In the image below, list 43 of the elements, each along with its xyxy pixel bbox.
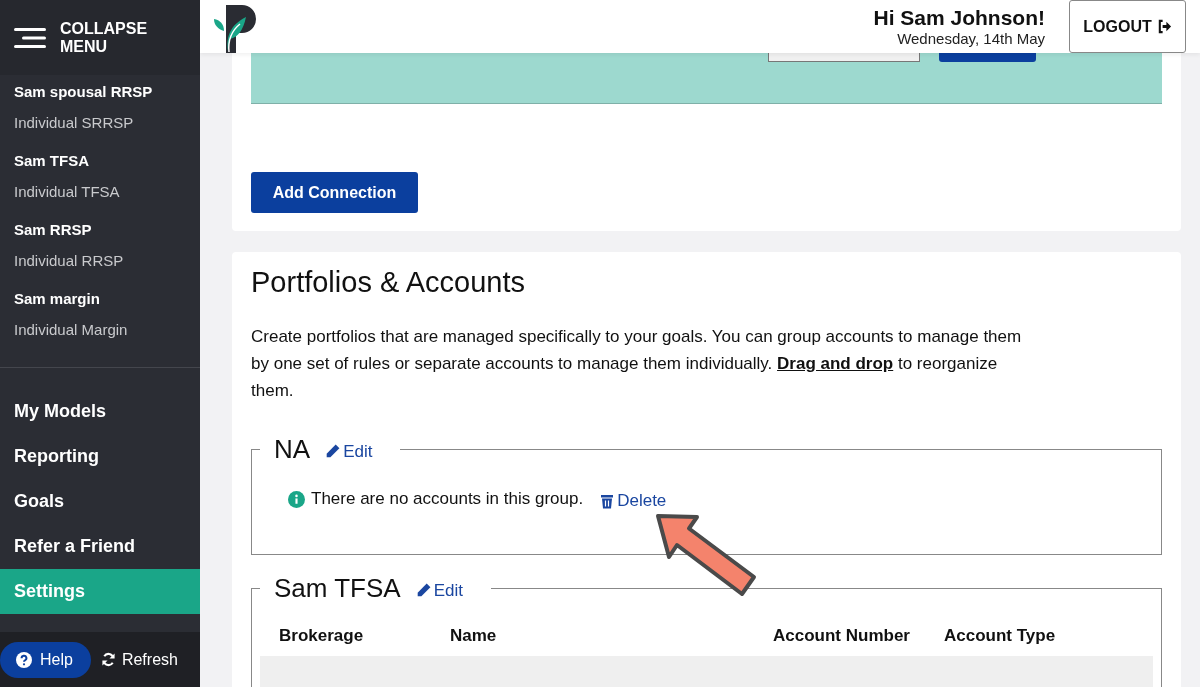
description-text: Create portfolios that are managed specifically to your goals. You can group accounts to manage them by one set of rules or separate accounts to manage them individually. Drag and drop to reorganize them.: [251, 326, 1023, 402]
account-type: Individual TFSA: [14, 182, 121, 202]
account-name: Sam RRSP: [14, 220, 93, 240]
account-type: Individual RRSP: [14, 251, 125, 271]
group-name: NA: [274, 434, 311, 465]
column-header: Account Type: [944, 626, 1056, 646]
account-name: Sam spousal RRSP: [14, 82, 154, 102]
section-title: Portfolios & Accounts: [251, 266, 527, 299]
date-text: Wednesday, 14th May: [896, 30, 1045, 47]
edit-link[interactable]: Edit: [414, 580, 463, 601]
account-name: Sam margin: [14, 289, 101, 309]
nav-item[interactable]: Refer a Friend: [0, 524, 200, 569]
nav-item[interactable]: Goals: [0, 479, 200, 524]
input-field[interactable]: [768, 53, 920, 62]
account-item[interactable]: Sam spousal RRSP Individual SRRSP: [0, 77, 200, 146]
info-icon: [288, 490, 305, 508]
delete-link[interactable]: Delete: [599, 491, 667, 511]
empty-message: There are no accounts in this group.: [311, 489, 584, 509]
account-type: Individual SRRSP: [14, 113, 135, 133]
drag-and-drop-link[interactable]: Drag and drop: [777, 354, 894, 373]
nav-item[interactable]: My Models: [0, 389, 200, 434]
nav-item[interactable]: Reporting: [0, 434, 200, 479]
account-item[interactable]: Sam margin Individual Margin: [0, 284, 200, 353]
refresh-button[interactable]: Refresh: [100, 650, 178, 669]
column-header: Name: [450, 626, 498, 646]
help-icon: [16, 651, 32, 668]
refresh-icon: [100, 652, 116, 667]
trash-icon: [599, 492, 616, 510]
logout-icon: [1156, 19, 1172, 34]
greeting-text: Hi Sam Johnson!: [873, 6, 1045, 30]
menu-icon: [14, 25, 46, 50]
help-button[interactable]: Help: [0, 641, 91, 678]
group-name: Sam TFSA: [274, 573, 401, 604]
pencil-icon: [324, 443, 342, 460]
account-name: Sam TFSA: [14, 151, 90, 171]
add-connection-button[interactable]: Add Connection: [251, 172, 418, 213]
edit-link[interactable]: Edit: [324, 441, 373, 462]
column-header: Account Number: [773, 626, 911, 646]
column-header: Brokerage: [279, 626, 365, 646]
logout-button[interactable]: LOGOUT: [1069, 0, 1186, 53]
account-item[interactable]: Sam TFSA Individual TFSA: [0, 146, 200, 215]
account-item[interactable]: Sam RRSP Individual RRSP: [0, 215, 200, 284]
account-type: Individual Margin: [14, 320, 129, 340]
